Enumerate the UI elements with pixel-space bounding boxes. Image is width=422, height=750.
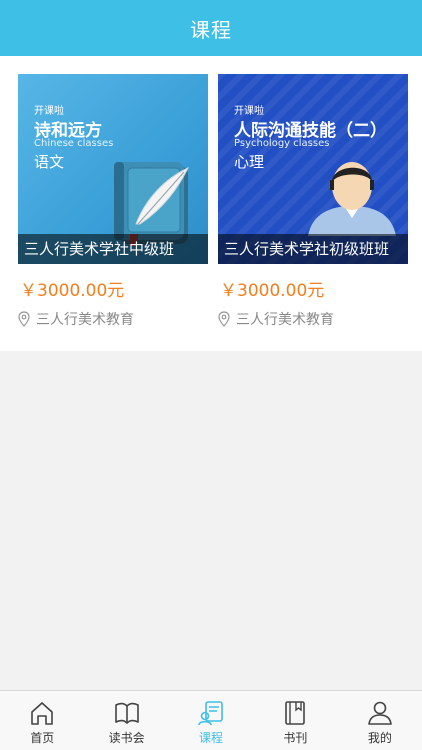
location-pin-icon <box>218 311 230 327</box>
tab-reading-club-label: 读书会 <box>108 731 145 745</box>
page-title: 课程 <box>190 17 232 42</box>
tab-magazines[interactable]: 书刊 <box>253 691 337 750</box>
course-location: 三人行美术教育 <box>218 309 408 329</box>
cover-english: Chinese classes <box>34 138 114 149</box>
home-icon <box>31 702 54 725</box>
cover-subject: 心理 <box>234 153 265 171</box>
course-caption: 三人行美术学社初级班班 <box>218 234 408 264</box>
course-icon <box>198 701 223 726</box>
location-text: 三人行美术教育 <box>36 312 134 328</box>
location-pin-icon <box>18 311 30 327</box>
course-cover[interactable]: 开课啦 诗和远方 Chinese classes 语文 三人行美术学社中级班 <box>18 74 208 264</box>
tab-home-label: 首页 <box>30 731 55 745</box>
tab-magazines-label: 书刊 <box>283 731 308 745</box>
person-avatar-icon <box>308 162 396 236</box>
bookmark-book-icon <box>285 701 306 725</box>
tab-profile[interactable]: 我的 <box>338 691 422 750</box>
course-card[interactable]: 开课啦 人际沟通技能（二） Psychology classes 心理 三人行美… <box>218 74 408 329</box>
course-location: 三人行美术教育 <box>18 309 208 329</box>
tab-course[interactable]: 课程 <box>169 691 253 750</box>
course-price: ￥3000.00元 <box>20 281 125 301</box>
course-price: ￥3000.00元 <box>220 281 325 301</box>
cover-small-text: 开课啦 <box>234 106 264 117</box>
cover-small-text: 开课啦 <box>34 106 64 117</box>
open-book-icon <box>114 702 139 724</box>
cover-english: Psychology classes <box>234 138 330 149</box>
top-header: 课程 <box>0 0 422 56</box>
profile-icon <box>368 701 392 725</box>
course-list: 开课啦 诗和远方 Chinese classes 语文 三人行美术学社中级班 ￥… <box>0 56 422 351</box>
tab-course-label: 课程 <box>199 731 224 745</box>
tab-home[interactable]: 首页 <box>0 691 84 750</box>
course-caption: 三人行美术学社中级班 <box>18 234 208 264</box>
location-text: 三人行美术教育 <box>236 312 334 328</box>
tab-profile-label: 我的 <box>367 731 392 745</box>
course-card[interactable]: 开课啦 诗和远方 Chinese classes 语文 三人行美术学社中级班 ￥… <box>18 74 208 329</box>
tab-reading-club[interactable]: 读书会 <box>84 691 168 750</box>
cover-subject: 语文 <box>34 153 65 171</box>
bottom-tab-bar: 首页 读书会 课程 书刊 我的 <box>0 690 422 750</box>
course-cover[interactable]: 开课啦 人际沟通技能（二） Psychology classes 心理 三人行美… <box>218 74 408 264</box>
